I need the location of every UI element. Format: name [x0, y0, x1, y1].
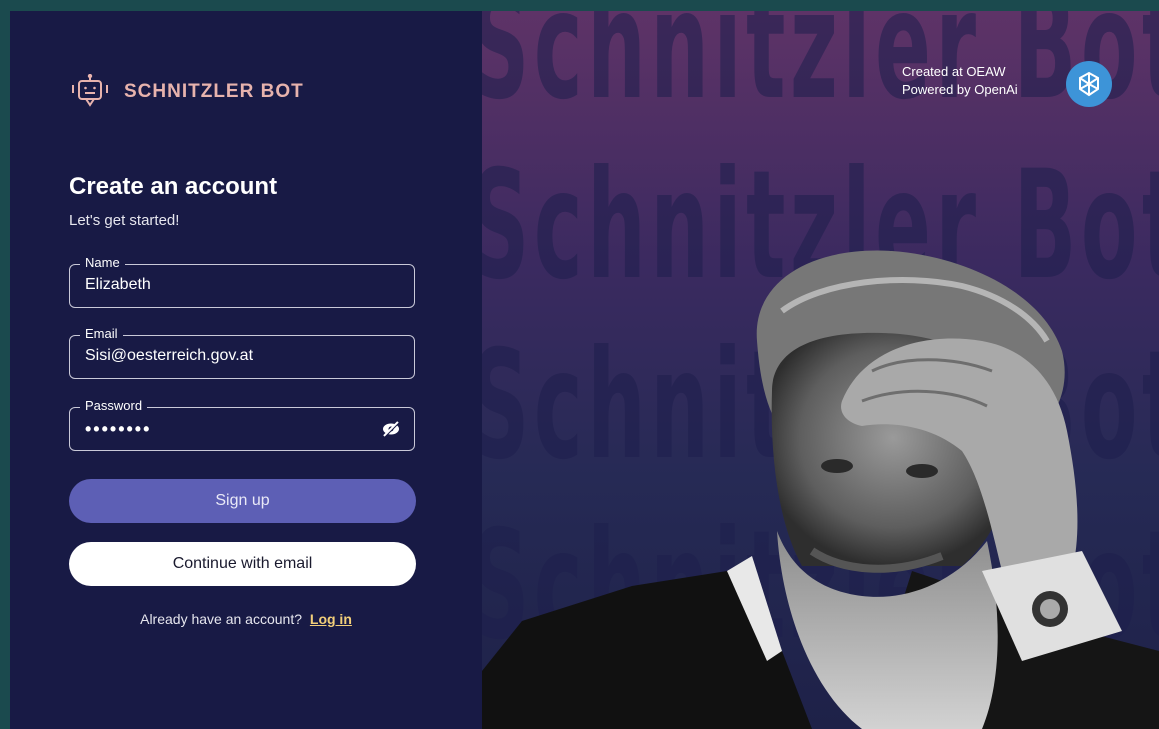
continue-with-email-button[interactable]: Continue with email	[69, 542, 416, 586]
login-prompt-text: Already have an account?	[140, 611, 302, 627]
hero-panel: Schnitzler Bot Schnitzler Bot Schnitzler…	[482, 11, 1159, 729]
page-title: Create an account	[69, 173, 278, 200]
signup-panel: SCHNITZLER BOT Create an account Let's g…	[10, 11, 482, 729]
brand-logo: SCHNITZLER BOT	[70, 74, 304, 110]
schnitzler-portrait	[482, 250, 1159, 729]
password-field-label: Password	[80, 398, 148, 413]
credits-line-2: Powered by OpenAi	[902, 82, 1018, 97]
email-field-label: Email	[80, 326, 123, 341]
page-subtitle: Let's get started!	[69, 212, 180, 229]
credits-line-1: Created at OEAW	[902, 64, 1006, 79]
password-field-value[interactable]: ••••••••	[85, 419, 151, 440]
name-field-label: Name	[80, 255, 125, 270]
login-link[interactable]: Log in	[310, 611, 352, 627]
email-field-value[interactable]: Sisi@oesterreich.gov.at	[85, 347, 253, 365]
name-field[interactable]: Name Elizabeth	[69, 255, 415, 308]
app-frame: SCHNITZLER BOT Create an account Let's g…	[10, 11, 1159, 729]
email-field[interactable]: Email Sisi@oesterreich.gov.at	[69, 326, 415, 379]
password-field[interactable]: Password ••••••••	[69, 398, 415, 451]
credits: Created at OEAW Powered by OpenAi	[902, 63, 1018, 99]
name-field-value[interactable]: Elizabeth	[85, 276, 151, 294]
signup-button[interactable]: Sign up	[69, 479, 416, 523]
robot-chat-icon	[72, 74, 108, 107]
login-prompt-line: Already have an account? Log in	[10, 611, 482, 627]
brand-name: SCHNITZLER BOT	[124, 81, 304, 102]
openai-logo-icon	[1066, 61, 1112, 107]
eye-off-icon[interactable]	[380, 418, 402, 440]
